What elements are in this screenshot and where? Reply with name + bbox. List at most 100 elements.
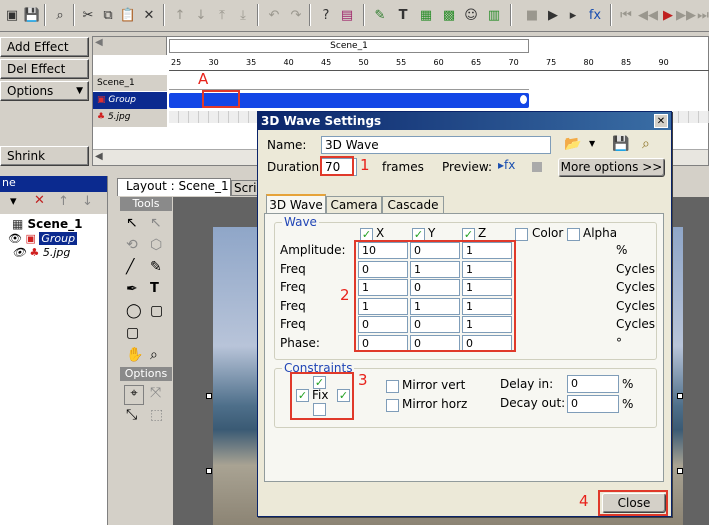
decay-out-input[interactable]: 0 <box>567 395 619 413</box>
new-object-icon[interactable]: ▾ <box>10 194 17 209</box>
ruler-tick-label: 65 <box>471 58 482 67</box>
tab-layout[interactable]: Layout : Scene_1 <box>117 178 231 196</box>
effect-icon[interactable]: fx <box>585 4 605 26</box>
timeline-scroll-left[interactable]: ◀ <box>93 37 167 55</box>
move-down-icon[interactable]: ↓ <box>191 4 211 26</box>
add-layer-icon[interactable]: ▥ <box>484 4 504 26</box>
play-from-icon[interactable]: ▸ <box>563 4 583 26</box>
track-image[interactable]: ♣ 5.jpg <box>93 109 167 126</box>
tool-pencil-icon[interactable]: ✎ <box>150 259 162 275</box>
eye-icon[interactable]: 👁 <box>8 232 22 245</box>
tool-line-icon[interactable]: ╱ <box>126 259 134 275</box>
option-snap-icon[interactable]: ⌖ <box>124 385 144 405</box>
selection-handle[interactable] <box>206 393 212 399</box>
tool-rect-icon[interactable]: ▢ <box>150 303 163 319</box>
binoculars-icon[interactable]: ⌕ <box>50 4 70 26</box>
color-checkbox[interactable] <box>515 228 528 241</box>
move-up-icon[interactable]: ↑ <box>170 4 190 26</box>
mirror-vert-checkbox[interactable] <box>386 380 399 393</box>
wave-row-label: Freq <box>280 261 306 276</box>
open-folder-icon[interactable]: 📂 <box>564 136 581 152</box>
selection-handle[interactable] <box>677 468 683 474</box>
track-scene-label: Scene_1 <box>97 78 135 88</box>
ruler-tick-label: 25 <box>171 58 182 67</box>
add-image-icon[interactable]: ▦ <box>416 4 436 26</box>
delete-object-icon[interactable]: ✕ <box>34 193 45 208</box>
stop-icon[interactable]: ■ <box>522 4 542 26</box>
more-options-button[interactable]: More options >> <box>558 158 665 177</box>
tool-ellipse-icon[interactable]: ◯ <box>126 303 142 319</box>
add-wave-icon[interactable]: ▩ <box>439 4 459 26</box>
add-effect-button[interactable]: Add Effect <box>0 37 89 57</box>
option-move-icon[interactable]: ⤧ <box>150 385 161 401</box>
tool-rotate-icon[interactable]: ⟲ <box>126 237 138 253</box>
move-top-icon[interactable]: ⤒ <box>212 4 232 26</box>
tab-cascade[interactable]: Cascade <box>382 196 444 214</box>
option-skew-icon[interactable]: ⬚ <box>150 407 163 423</box>
paste-icon[interactable]: 📋 <box>118 4 138 26</box>
cut-icon[interactable]: ✂ <box>78 4 98 26</box>
ruler-tick-label: 85 <box>621 58 632 67</box>
folder-dropdown-icon[interactable]: ▼ <box>589 139 595 148</box>
object-tree-group[interactable]: 👁 ▣ Group <box>0 231 107 245</box>
prev-icon[interactable]: ◀◀ <box>638 4 658 26</box>
close-icon[interactable]: ✕ <box>654 114 668 128</box>
tool-pen-icon[interactable]: ✒ <box>126 281 138 297</box>
z-label: Z <box>478 226 487 240</box>
name-input[interactable]: 3D Wave <box>321 136 551 154</box>
tool-select-icon[interactable]: ↖ <box>126 215 138 231</box>
alpha-checkbox[interactable] <box>567 228 580 241</box>
object-tree-scene[interactable]: ▦ Scene_1 <box>0 214 107 231</box>
image-icon: ♣ <box>97 112 106 122</box>
mirror-horz-checkbox[interactable] <box>386 399 399 412</box>
tool-reshape-icon[interactable]: ⬡ <box>150 237 162 253</box>
tool-subselect-icon[interactable]: ↖ <box>150 215 162 231</box>
shrink-button[interactable]: Shrink <box>0 146 89 166</box>
tab-3d-wave[interactable]: 3D Wave <box>266 194 326 214</box>
tab-camera-label: Camera <box>330 198 378 212</box>
scroll-left-icon[interactable]: ◀ <box>95 151 103 162</box>
browse-icon[interactable]: ⌕ <box>642 136 650 152</box>
book-icon[interactable]: ▤ <box>337 4 357 26</box>
save-icon[interactable]: 💾 <box>22 4 42 26</box>
play-icon[interactable]: ▶ <box>543 4 563 26</box>
eye-icon[interactable]: 👁 <box>12 246 26 259</box>
image-icon: ♣ <box>29 246 40 259</box>
object-tree-image[interactable]: 👁 ♣ 5.jpg <box>0 245 107 259</box>
add-scene-icon[interactable]: ✎ <box>370 4 390 26</box>
tab-camera[interactable]: Camera <box>326 196 382 214</box>
move-bottom-icon[interactable]: ⤓ <box>233 4 253 26</box>
tool-text-icon[interactable]: T <box>150 281 159 296</box>
help-icon[interactable]: ? <box>316 4 336 26</box>
selection-handle[interactable] <box>677 393 683 399</box>
annotation-4: 4 <box>579 492 589 510</box>
add-sprite-icon[interactable]: ☺ <box>461 4 481 26</box>
add-text-icon[interactable]: T <box>393 4 413 26</box>
tab-script-label: Scri <box>234 181 257 195</box>
delete-icon[interactable]: ✕ <box>139 4 159 26</box>
next-frame-icon[interactable]: ▶ <box>658 4 678 26</box>
preview-stop-icon[interactable] <box>532 162 542 172</box>
del-effect-button[interactable]: Del Effect <box>0 59 89 79</box>
move-down-object-icon[interactable]: ↓ <box>82 194 93 209</box>
tool-roundrect-icon[interactable]: ▢ <box>126 325 139 341</box>
selection-handle[interactable] <box>206 468 212 474</box>
duration-label: Duration: <box>267 160 324 174</box>
track-scene[interactable]: Scene_1 <box>93 75 167 92</box>
option-scale-icon[interactable]: ⤡ <box>126 407 137 423</box>
undo-icon[interactable]: ↶ <box>264 4 284 26</box>
annotation-1: 1 <box>360 156 370 174</box>
tool-zoom-icon[interactable]: ⌕ <box>150 347 158 363</box>
delay-in-input[interactable]: 0 <box>567 375 619 393</box>
save-dialog-icon[interactable]: 💾 <box>612 136 629 152</box>
app-icon[interactable]: ▣ <box>2 4 22 26</box>
copy-icon[interactable]: ⧉ <box>98 4 118 26</box>
end-icon[interactable]: ⏭ <box>693 4 709 26</box>
preview-play-icon[interactable]: ▸fx <box>498 158 515 172</box>
tool-hand-icon[interactable]: ✋ <box>126 347 143 363</box>
track-group[interactable]: ▣ Group <box>93 92 167 109</box>
options-dropdown[interactable]: Options ▼ <box>0 81 89 101</box>
rewind-icon[interactable]: ⏮ <box>616 4 636 26</box>
redo-icon[interactable]: ↷ <box>286 4 306 26</box>
move-up-object-icon[interactable]: ↑ <box>58 194 69 209</box>
